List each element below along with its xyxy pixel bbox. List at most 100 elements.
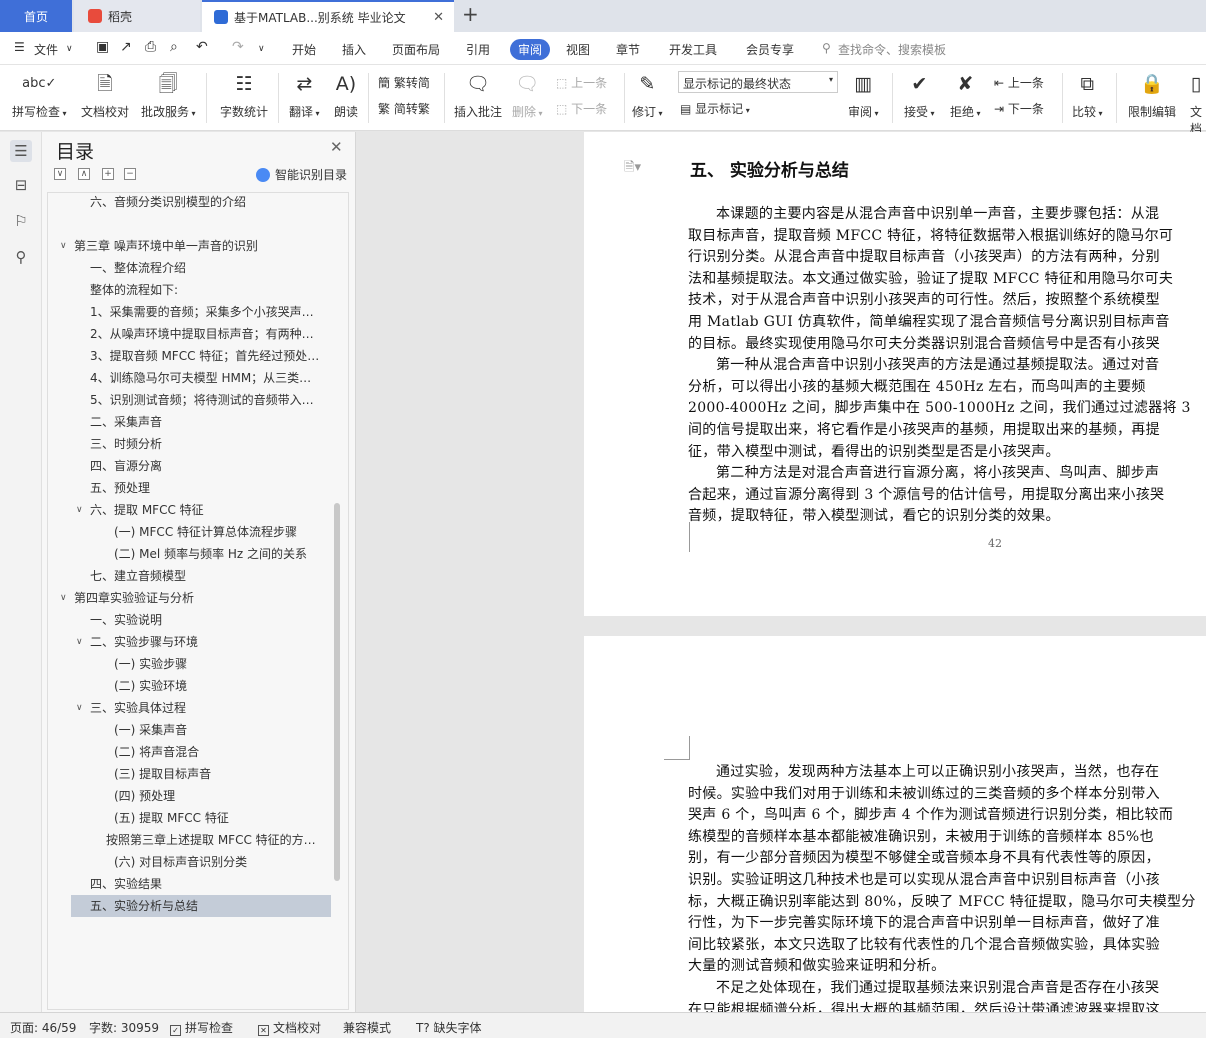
menu-file[interactable]: 文件 [34, 41, 58, 58]
text-line[interactable]: 法和基频提取法。本文通过做实验，验证了提取 MFCC 特征和用隐马尔可夫 [688, 268, 1173, 288]
toc-item[interactable]: ∨ 第四章实验验证与分析 [60, 587, 348, 609]
doc-proof-toggle[interactable]: ✕ 文档校对 [258, 1019, 321, 1036]
doc-proof-button[interactable]: 🗎 文档校对 [81, 70, 129, 120]
toc-item[interactable]: ∨ 第三章 噪声环境中单一声音的识别 [60, 235, 348, 257]
simp-to-trad-button[interactable]: 繁 简转繁 [378, 100, 430, 117]
toc-item[interactable]: 三、时频分析 [90, 433, 348, 455]
toc-item[interactable]: 四、盲源分离 [90, 455, 348, 477]
toc-item[interactable]: 1、采集需要的音频；采集多个小孩哭声… [90, 301, 348, 323]
plus-icon[interactable]: + [102, 168, 114, 180]
review-pane-button[interactable]: ▥ 审阅 ▾ [848, 70, 879, 120]
next-change-button[interactable]: ⇥ 下一条 [994, 100, 1044, 117]
save-icon[interactable]: ▣ [96, 39, 109, 55]
command-search[interactable]: 查找命令、搜索模板 [838, 41, 946, 58]
text-line[interactable]: 通过实验，发现两种方法基本上可以正确识别小孩哭声，当然，也存在 [716, 761, 1159, 781]
toc-item[interactable]: 六、音频分类识别模型的介绍 [90, 193, 348, 213]
toc-item[interactable]: (六) 对目标声音识别分类 [114, 851, 348, 873]
redo-icon[interactable]: ↷ [232, 39, 244, 55]
missing-font-button[interactable]: T? 缺失字体 [416, 1019, 482, 1036]
text-line[interactable]: 练模型的音频样本基本都能被准确识别，未被用于训练的音频样本 85%也 [688, 826, 1154, 846]
menu-devtools[interactable]: 开发工具 [669, 41, 717, 58]
text-line[interactable]: 间的信号提取出来，将它看作是小孩哭声的基频，用提取出来的基频，再提 [688, 419, 1160, 439]
toc-item[interactable]: 整体的流程如下: [90, 279, 348, 301]
toc-item[interactable]: 七、建立音频模型 [90, 565, 348, 587]
compare-button[interactable]: ⧉ 比较 ▾ [1072, 70, 1103, 120]
menu-review[interactable]: 审阅 [510, 39, 551, 60]
toc-scrollbar[interactable] [334, 503, 340, 881]
collapse-all-icon[interactable]: ∨ [54, 168, 66, 180]
toc-item[interactable]: 3、提取音频 MFCC 特征；首先经过预处… [90, 345, 348, 367]
text-line[interactable]: 不足之处体现在，我们通过提取基频法来识别混合声音是否存在小孩哭 [716, 977, 1159, 997]
text-line[interactable]: 技术，对于从混合声音中识别小孩哭声的可行性。然后，按照整个系统模型 [688, 289, 1160, 309]
text-line[interactable]: 第一种从混合声音中识别小孩哭声的方法是通过基频提取法。通过对音 [716, 354, 1159, 374]
menu-start[interactable]: 开始 [292, 41, 316, 58]
tab-document[interactable]: 基于MATLAB...别系统 毕业论文 ✕ [202, 0, 454, 32]
doc-more-button[interactable]: ▯ 文档 [1186, 70, 1206, 137]
chevron-down-icon[interactable]: ∨ [76, 697, 83, 719]
toc-item[interactable]: 按照第三章上述提取 MFCC 特征的方… [106, 829, 348, 851]
text-line[interactable]: 2000-4000Hz 之间，脚步声集中在 500-1000Hz 之间，我们通过… [688, 397, 1191, 417]
expand-all-icon[interactable]: ∧ [78, 168, 90, 180]
close-icon[interactable]: ✕ [330, 138, 343, 156]
text-line[interactable]: 标，大概正确识别率能达到 80%，反映了 MFCC 特征提取，隐马尔可夫模型分 [688, 891, 1196, 911]
text-line[interactable]: 时候。实验中我们对用于训练和未被训练过的三类音频的多个样本分别带入 [688, 783, 1160, 803]
hamburger-icon[interactable]: ☰ [14, 40, 25, 54]
chevron-down-icon[interactable]: ∨ [76, 631, 83, 653]
toc-item[interactable]: 一、实验说明 [90, 609, 348, 631]
toc-item[interactable]: 四、实验结果 [90, 873, 348, 895]
text-line[interactable]: 行性，为下一步完善实际环境下的混合声音中识别单一目标声音，做好了准 [688, 912, 1160, 932]
text-line[interactable]: 别，有一少部分音频因为模型不够健全或音频本身不具有代表性等的原因， [688, 847, 1160, 867]
chevron-down-icon[interactable]: ∨ [60, 587, 67, 609]
show-markup-button[interactable]: ▤ 显示标记 ▾ [680, 100, 750, 117]
word-count-button[interactable]: ☷ 字数统计 [220, 70, 268, 120]
text-line[interactable]: 大量的测试音频和做实验来证明和分析。 [688, 955, 945, 975]
spell-check-button[interactable]: abc✓ 拼写检查 ▾ [12, 70, 67, 120]
smart-toc-button[interactable]: 智能识别目录 [256, 166, 347, 183]
undo-icon[interactable]: ↶ [196, 39, 208, 55]
text-line[interactable]: 本课题的主要内容是从混合声音中识别单一声音，主要步骤包括：从混 [716, 203, 1159, 223]
toc-item[interactable]: (二) 将声音混合 [114, 741, 348, 763]
next-comment-button[interactable]: ⬚ 下一条 [556, 100, 607, 117]
document-options-icon[interactable]: 🗎▾ [624, 158, 641, 180]
chevron-down-icon[interactable]: ∨ [66, 44, 73, 54]
text-line[interactable]: 取目标声音，提取音频 MFCC 特征，将特征数据带入根据训练好的隐马尔可 [688, 225, 1173, 245]
close-tab-icon[interactable]: ✕ [433, 10, 444, 25]
menu-view[interactable]: 视图 [566, 41, 590, 58]
reject-button[interactable]: ✘ 拒绝 ▾ [950, 70, 981, 120]
export-icon[interactable]: ↗ [120, 39, 132, 55]
bookmark-icon[interactable]: ⚐ [12, 212, 30, 230]
text-line[interactable]: 音频，提取特征，带入模型测试，看它的识别分类的效果。 [688, 505, 1060, 525]
text-line[interactable]: 分析，可以得出小孩的基频大概范围在 450Hz 左右，而鸟叫声的主要频 [688, 376, 1146, 396]
print-preview-icon[interactable]: ⌕ [170, 39, 178, 55]
toc-item[interactable]: (二) Mel 频率与频率 Hz 之间的关系 [114, 543, 348, 565]
chapter-nav-icon[interactable]: ⊟ [12, 176, 30, 194]
toc-item[interactable]: 一、整体流程介绍 [90, 257, 348, 279]
toc-item[interactable]: (二) 实验环境 [114, 675, 348, 697]
text-line[interactable]: 在只能根据频谱分析，得出大概的基频范围，然后设计带通滤波器来提取这 [688, 999, 1160, 1012]
toc-item[interactable]: 2、从噪声环境中提取目标声音；有两种… [90, 323, 348, 345]
trad-to-simp-button[interactable]: 簡 繁转简 [378, 74, 430, 91]
menu-chapter[interactable]: 章节 [616, 41, 640, 58]
minus-icon[interactable]: − [124, 168, 136, 180]
text-line[interactable]: 合起来，通过盲源分离得到 3 个源信号的估计信号，用提取分离出来小孩哭 [688, 484, 1164, 504]
section-heading[interactable]: 五、 实验分析与总结 [690, 156, 849, 181]
spell-check-toggle[interactable]: ✓ 拼写检查 [170, 1019, 233, 1036]
restrict-edit-button[interactable]: 🔒 限制编辑 [1128, 70, 1176, 120]
search-icon[interactable]: ⚲ [12, 248, 30, 266]
toc-item[interactable]: 4、训练隐马尔可夫模型 HMM；从三类… [90, 367, 348, 389]
menu-member[interactable]: 会员专享 [746, 41, 794, 58]
text-line[interactable]: 行识别分类。从混合声音中提取目标声音（小孩哭声）的方法有两种，分别 [688, 246, 1160, 266]
text-line[interactable]: 的目标。最终实现使用隐马尔可夫分类器识别混合音频信号中是否有小孩哭 [688, 333, 1160, 353]
toc-item[interactable]: (一) 采集声音 [114, 719, 348, 741]
prev-change-button[interactable]: ⇤ 上一条 [994, 74, 1044, 91]
markup-state-select[interactable]: 显示标记的最终状态 ▾ [678, 71, 838, 93]
annotate-service-button[interactable]: 🗐 批改服务 ▾ [141, 70, 196, 120]
text-line[interactable]: 间比较紧张，本文只选取了比较有代表性的几个混合音频做实验，具体实验 [688, 934, 1160, 954]
toc-item[interactable]: 五、预处理 [90, 477, 348, 499]
toc-item[interactable]: ∨ 六、提取 MFCC 特征 [76, 499, 348, 521]
accept-button[interactable]: ✔ 接受 ▾ [904, 70, 935, 120]
text-line[interactable]: 征，带入模型中测试，看得出的识别类型是否是小孩哭声。 [688, 441, 1060, 461]
toc-item[interactable]: 5、识别测试音频；将待测试的音频带入… [90, 389, 348, 411]
toc-item[interactable]: (一) MFCC 特征计算总体流程步骤 [114, 521, 348, 543]
text-line[interactable]: 第二种方法是对混合声音进行盲源分离，将小孩哭声、鸟叫声、脚步声 [716, 462, 1159, 482]
